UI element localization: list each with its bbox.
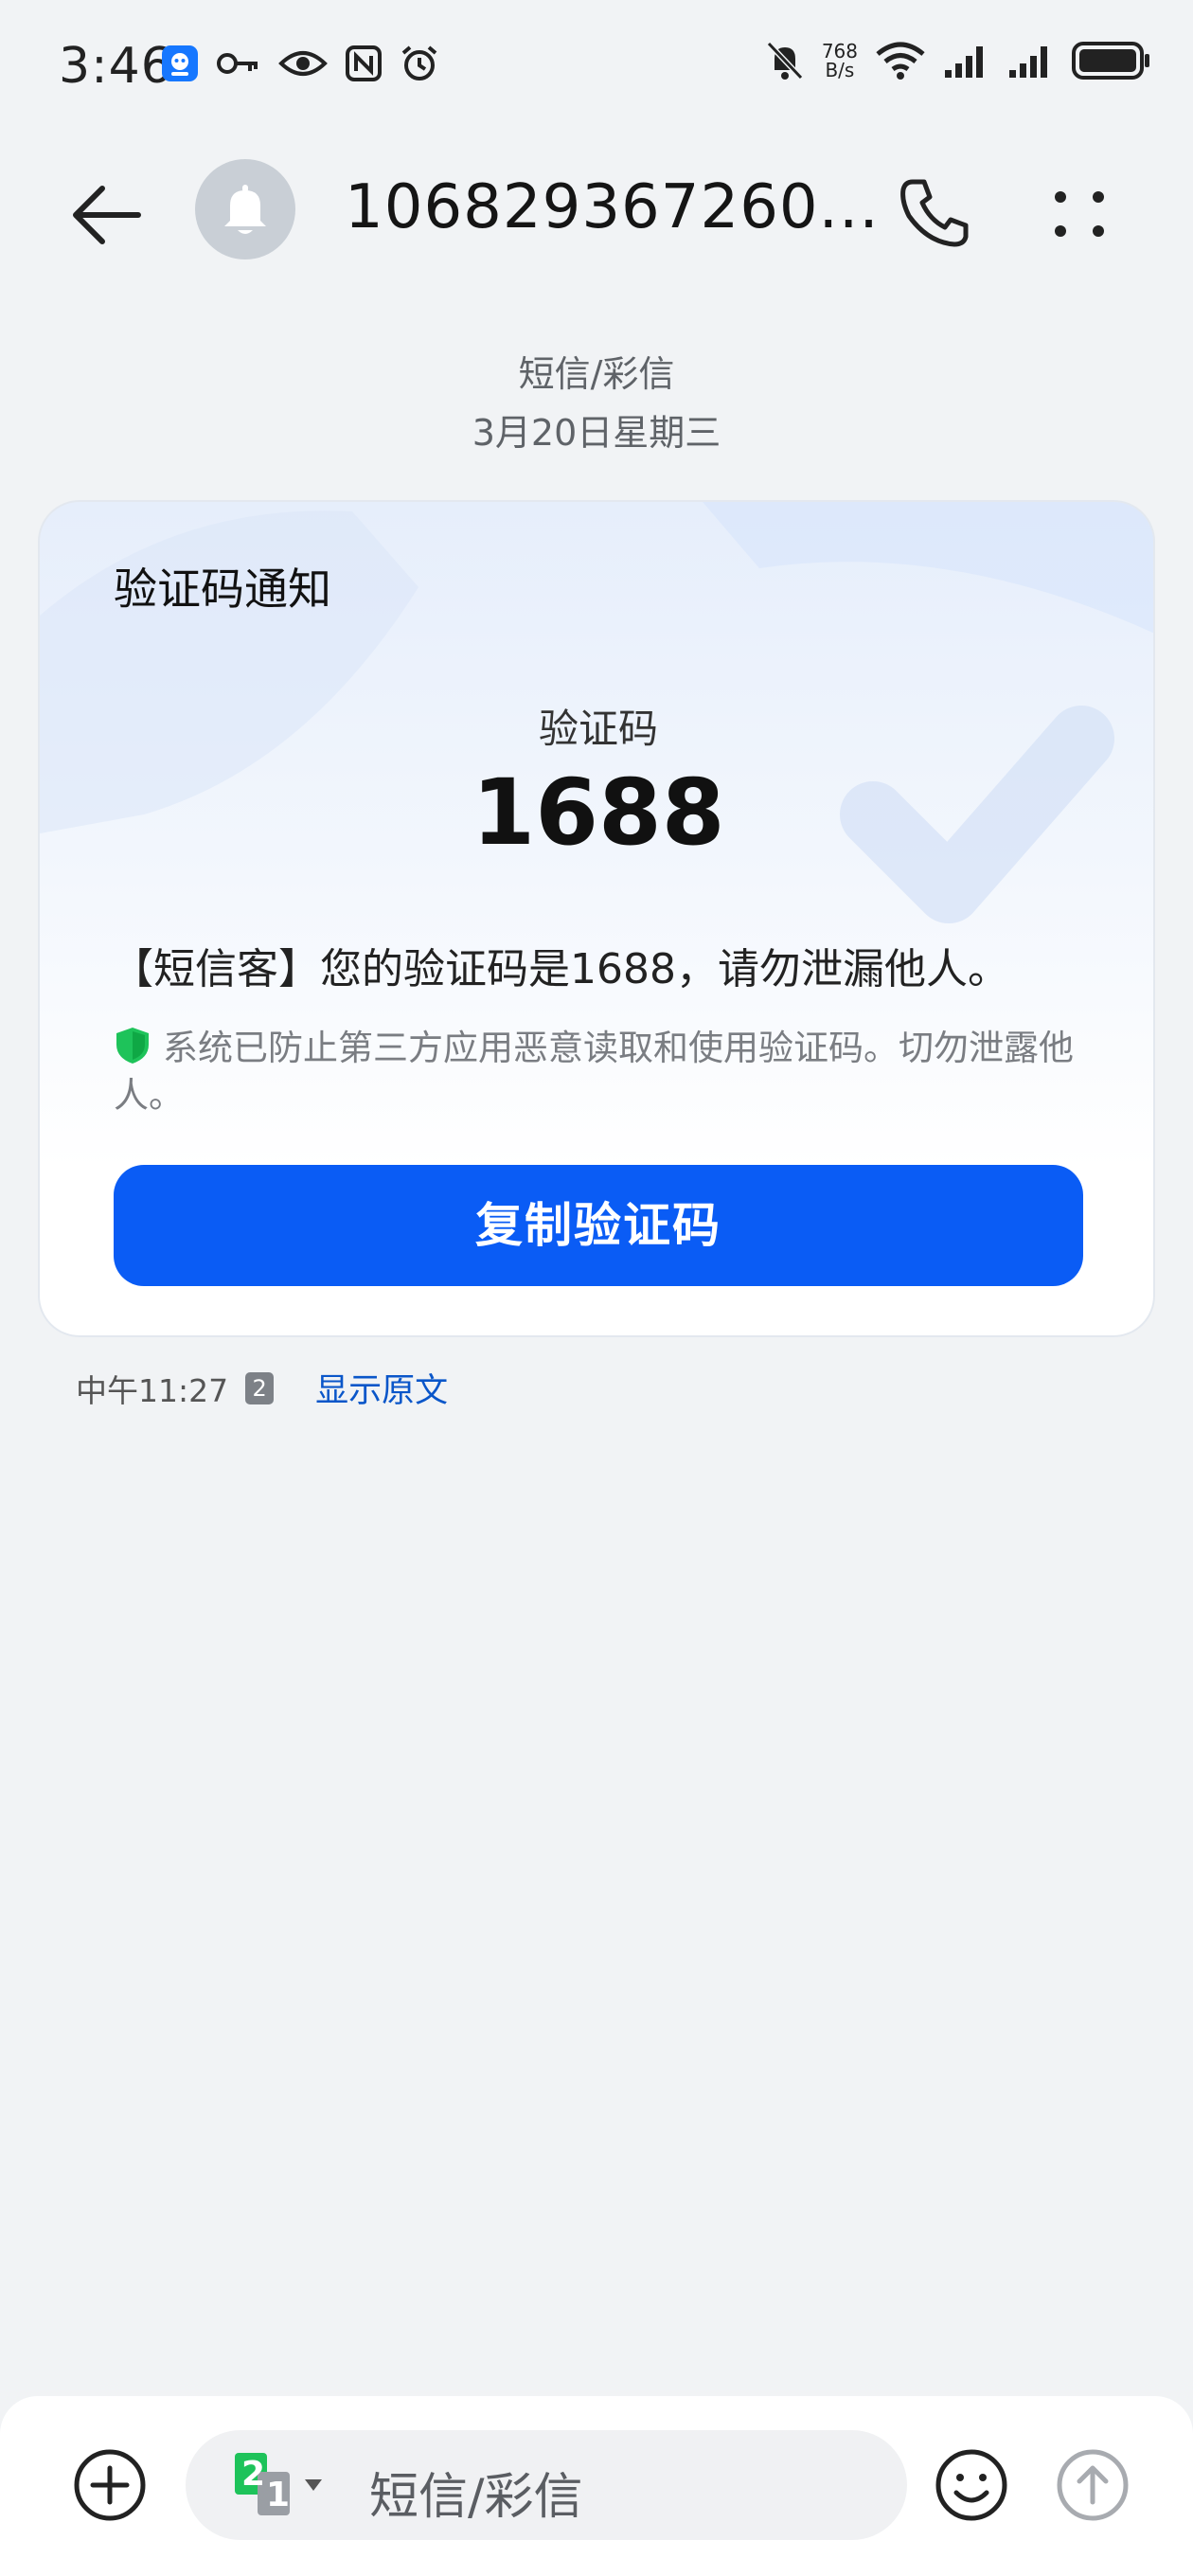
- call-button[interactable]: [894, 172, 975, 254]
- verification-code-card[interactable]: 验证码通知 验证码 1688 【短信客】您的验证码是1688，请勿泄漏他人。 系…: [38, 500, 1155, 1337]
- plus-circle-icon: [74, 2449, 146, 2521]
- show-original-link[interactable]: 显示原文: [315, 1364, 448, 1412]
- code-label: 验证码: [538, 706, 658, 752]
- card-title: 验证码通知: [114, 564, 331, 615]
- messaging-screen: 3:46 768 B/s 106829367260... 短信/彩信 3月20日…: [0, 0, 1193, 2576]
- eye-icon: [278, 51, 328, 76]
- compose-bar: 2 1 短信/彩信: [0, 2396, 1193, 2576]
- input-placeholder: 短信/彩信: [369, 2469, 583, 2526]
- nfc-icon: [346, 45, 382, 81]
- back-arrow-icon: [73, 186, 141, 244]
- send-button[interactable]: [1055, 2447, 1131, 2523]
- add-attachment-button[interactable]: [72, 2447, 148, 2523]
- wifi-icon: [876, 42, 925, 80]
- phone-icon: [900, 179, 969, 247]
- security-note: 系统已防止第三方应用恶意读取和使用验证码。切勿泄露他人。: [114, 1025, 1098, 1119]
- shield-icon: [116, 1028, 149, 1064]
- sim-secondary-number: 1: [266, 2476, 291, 2514]
- alarm-icon: [401, 45, 437, 80]
- signal-icon: [945, 46, 983, 78]
- status-bar: 3:46 768 B/s: [0, 0, 1193, 133]
- message-body: 【短信客】您的验证码是1688，请勿泄漏他人。: [112, 945, 1009, 993]
- more-options-button[interactable]: [1042, 172, 1117, 254]
- copy-code-button[interactable]: 复制验证码: [114, 1165, 1083, 1286]
- more-icon: [1055, 191, 1104, 237]
- net-speed: 768 B/s: [822, 42, 858, 80]
- conversation-header: 106829367260...: [0, 152, 1193, 265]
- emoji-button[interactable]: [934, 2447, 1009, 2523]
- sim-switch-button[interactable]: 2 1: [235, 2451, 329, 2519]
- thread-date-label: 3月20日星期三: [472, 412, 721, 454]
- message-time: 中午11:27: [76, 1371, 229, 1409]
- net-speed-value: 768: [821, 40, 858, 63]
- contact-avatar[interactable]: [195, 159, 295, 259]
- send-arrow-icon: [1057, 2449, 1129, 2521]
- verification-code[interactable]: 1688: [40, 760, 1153, 866]
- contact-name[interactable]: 106829367260...: [345, 172, 879, 242]
- message-meta: 中午11:27 2 显示原文: [76, 1364, 448, 1412]
- thread-type-label: 短信/彩信: [518, 353, 675, 395]
- mute-bell-icon: [766, 41, 803, 80]
- net-speed-unit: B/s: [825, 59, 855, 81]
- sim-primary-number: 2: [241, 2455, 266, 2494]
- status-right-icons: 768 B/s: [765, 40, 1151, 81]
- security-note-text: 系统已防止第三方应用恶意读取和使用验证码。切勿泄露他人。: [114, 1028, 1074, 1116]
- status-time: 3:46: [59, 38, 173, 95]
- bell-icon: [224, 185, 266, 234]
- signal-icon: [1009, 46, 1047, 78]
- app-icon: [162, 45, 198, 81]
- status-left-icons: [161, 44, 439, 83]
- smiley-icon: [935, 2449, 1007, 2521]
- message-input[interactable]: 2 1 短信/彩信: [186, 2430, 907, 2540]
- key-icon: [217, 53, 258, 74]
- battery-icon: [1072, 42, 1149, 80]
- sim-badge: 2: [245, 1371, 275, 1404]
- back-button[interactable]: [66, 172, 151, 258]
